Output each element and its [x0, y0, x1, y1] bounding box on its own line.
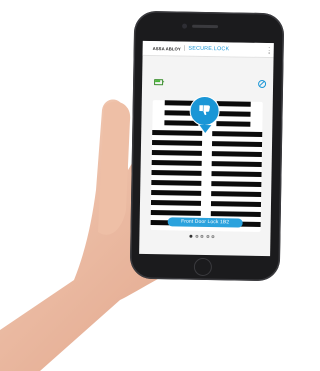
keypad-row	[151, 160, 262, 167]
keypad-row	[152, 140, 263, 147]
keypad-bar	[151, 180, 202, 186]
page-dot[interactable]	[211, 235, 215, 239]
keypad-bar	[210, 211, 261, 217]
front-camera	[182, 23, 188, 29]
keypad-row	[150, 200, 262, 207]
keypad-bar	[210, 201, 262, 207]
page-dot[interactable]	[206, 235, 210, 239]
phone-screen: ASSA ABLOY | SECURE.LOCK Front Door Lock…	[139, 40, 274, 257]
lock-name-button[interactable]: Front Door Lock 1B2	[167, 217, 243, 228]
keypad-bar	[211, 191, 262, 197]
brand-logo: ASSA ABLOY	[152, 45, 181, 52]
keypad-row	[151, 190, 262, 197]
keypad-bar	[152, 130, 203, 136]
keypad-bar	[212, 131, 263, 137]
keypad-bar	[151, 150, 202, 156]
keypad-bar	[150, 200, 202, 206]
keypad-row	[151, 150, 262, 157]
page-dot[interactable]	[194, 234, 199, 238]
keypad-row	[150, 210, 261, 217]
keypad-bar	[216, 121, 251, 127]
battery-icon	[154, 79, 164, 85]
page-indicator	[189, 234, 215, 239]
keypad-bar	[211, 161, 262, 167]
keypad-bar	[151, 190, 202, 196]
keypad-bar	[151, 170, 202, 176]
keypad-bar	[152, 140, 203, 146]
keypad-bar	[211, 181, 262, 187]
keypad-bar	[211, 171, 262, 177]
home-button[interactable]	[193, 257, 213, 277]
earpiece	[192, 24, 219, 29]
keypad-row	[151, 170, 262, 177]
thumb-down-icon	[199, 105, 210, 116]
page-dot[interactable]	[189, 234, 193, 238]
keypad-bar	[216, 111, 251, 117]
keypad-bar	[211, 151, 262, 157]
app-title: SECURE.LOCK	[188, 45, 230, 53]
brand-separator: |	[183, 45, 186, 52]
keypad-bar	[151, 160, 202, 166]
smartphone: ASSA ABLOY | SECURE.LOCK Front Door Lock…	[129, 10, 285, 282]
no-connection-icon[interactable]	[258, 79, 267, 89]
keypad-bar	[211, 141, 263, 147]
app-header: ASSA ABLOY | SECURE.LOCK	[142, 40, 274, 59]
keypad-bar	[150, 210, 201, 216]
keypad-row	[151, 180, 262, 187]
more-menu-icon[interactable]	[268, 47, 271, 55]
page-dot[interactable]	[200, 234, 204, 238]
keypad-bar	[216, 101, 251, 107]
